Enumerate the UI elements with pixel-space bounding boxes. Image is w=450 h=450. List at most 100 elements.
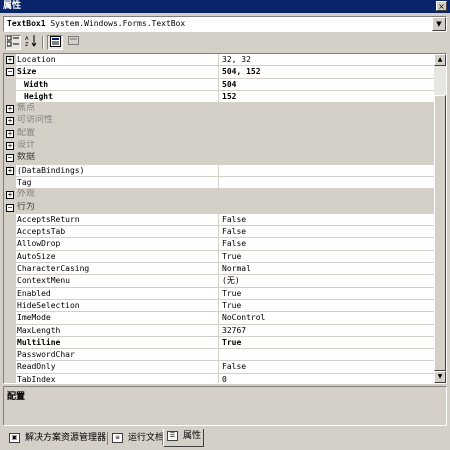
property-name: Size [16, 66, 219, 79]
property-value[interactable]: 32767 [219, 325, 435, 337]
vertical-scrollbar[interactable]: ▲ ▼ [434, 54, 446, 383]
property-name: AllowDrop [16, 238, 219, 251]
object-selector[interactable]: TextBox1 System.Windows.Forms.TextBox ▼ [3, 16, 447, 32]
property-row[interactable]: Tag [4, 176, 435, 190]
property-value[interactable]: True [219, 288, 435, 300]
svg-text:Z: Z [25, 42, 29, 47]
row-gutter: − [4, 152, 16, 165]
property-row[interactable]: + (DataBindings) [4, 164, 435, 177]
category-row[interactable]: + 设计 [4, 140, 435, 153]
property-value[interactable] [219, 349, 435, 362]
close-button[interactable]: × [436, 1, 447, 11]
property-row[interactable]: AllowDrop False [4, 238, 435, 251]
tab-solution-explorer[interactable]: ▣ 解决方案资源管理器 [6, 431, 106, 446]
object-type: System.Windows.Forms.TextBox [50, 19, 186, 28]
property-value[interactable]: NoControl [219, 312, 435, 325]
expand-icon[interactable]: + [6, 117, 14, 126]
row-gutter: + [4, 140, 16, 153]
collapse-icon[interactable]: − [6, 68, 14, 77]
property-value[interactable]: True [219, 300, 435, 313]
tool-window-tabs: ▣ 解决方案资源管理器 ≡ 运行文档 ☰ 属性 [0, 429, 450, 450]
expand-icon[interactable]: + [6, 142, 14, 151]
property-value[interactable]: 152 [219, 91, 435, 104]
row-gutter: + [4, 164, 16, 177]
property-name: AcceptsReturn [16, 213, 219, 227]
scroll-down-icon[interactable]: ▼ [434, 371, 446, 383]
property-name: TabIndex [16, 373, 219, 383]
property-name: ReadOnly [16, 361, 219, 374]
properties-icon[interactable] [47, 35, 63, 50]
property-value[interactable]: False [219, 226, 435, 239]
property-value[interactable]: (无) [219, 275, 435, 288]
expand-icon[interactable]: + [6, 129, 14, 138]
property-row[interactable]: CharacterCasing Normal [4, 263, 435, 276]
property-value[interactable]: False [219, 238, 435, 251]
properties-window-icon: ☰ [167, 431, 178, 441]
category-row[interactable]: + 配置 [4, 127, 435, 141]
row-gutter [4, 78, 16, 91]
toolbar-separator [42, 36, 44, 49]
expand-icon[interactable]: + [6, 166, 14, 175]
property-row[interactable]: − Size 504, 152 [4, 66, 435, 79]
property-name: Height [16, 90, 219, 104]
property-row[interactable]: ImeMode NoControl [4, 312, 435, 325]
property-row[interactable]: HideSelection True [4, 299, 435, 313]
category-label: 行为 [17, 201, 36, 212]
property-value[interactable]: 504, 152 [219, 66, 435, 79]
property-value[interactable]: 0 [219, 374, 435, 383]
property-value[interactable] [219, 165, 435, 177]
row-gutter [4, 287, 16, 300]
tab-separator [107, 432, 108, 445]
property-name: CharacterCasing [16, 263, 219, 276]
scroll-up-icon[interactable]: ▲ [434, 54, 446, 66]
expand-icon[interactable]: + [6, 105, 14, 114]
category-row[interactable]: − 行为 [4, 201, 435, 214]
tab-properties[interactable]: ☰ 属性 [163, 429, 204, 447]
category-row[interactable]: + 外观 [4, 189, 435, 202]
property-name: Multiline [16, 336, 219, 350]
property-row[interactable]: MaxLength 32767 [4, 324, 435, 337]
property-row[interactable]: PasswordChar [4, 349, 435, 362]
tab-label: 属性 [183, 431, 202, 441]
category-row[interactable]: + 可访问性 [4, 115, 435, 128]
property-value[interactable] [219, 177, 435, 190]
tab-label: 解决方案资源管理器 [25, 433, 107, 443]
property-value[interactable]: 504 [219, 79, 435, 91]
alphabetical-icon[interactable]: AZ [23, 35, 39, 50]
property-value[interactable]: False [219, 214, 435, 227]
category-row[interactable]: + 焦点 [4, 103, 435, 116]
toolbar: AZ [3, 34, 447, 52]
category-label: 配置 [17, 127, 36, 138]
scroll-thumb[interactable] [434, 95, 446, 371]
title-bar: 属性 × [0, 0, 450, 13]
property-row[interactable]: Multiline True [4, 336, 435, 350]
collapse-icon[interactable]: − [6, 154, 14, 163]
chevron-down-icon[interactable]: ▼ [432, 17, 446, 31]
property-value[interactable]: Normal [219, 263, 435, 276]
events-icon[interactable] [65, 35, 81, 50]
categorized-icon[interactable] [5, 35, 21, 50]
property-value[interactable]: False [219, 361, 435, 374]
property-value[interactable]: True [219, 337, 435, 350]
property-row[interactable]: Enabled True [4, 287, 435, 300]
row-gutter [4, 312, 16, 325]
property-name: ImeMode [16, 312, 219, 325]
property-row[interactable]: + Location 32, 32 [4, 54, 435, 67]
property-row[interactable]: ReadOnly False [4, 361, 435, 374]
property-value[interactable]: True [219, 251, 435, 264]
category-row[interactable]: − 数据 [4, 152, 435, 165]
property-row[interactable]: AcceptsReturn False [4, 213, 435, 227]
property-row[interactable]: AcceptsTab False [4, 226, 435, 239]
expand-icon[interactable]: + [6, 56, 14, 64]
property-row[interactable]: AutoSize True [4, 250, 435, 264]
property-value[interactable]: 32, 32 [219, 54, 435, 67]
collapse-icon[interactable]: − [6, 203, 14, 212]
tab-running-documents[interactable]: ≡ 运行文档 [109, 431, 164, 446]
property-row[interactable]: TabIndex 0 [4, 373, 435, 383]
property-rows: + Location 32, 32− Size 504, 152 Width 504 Heig… [4, 54, 435, 383]
expand-icon[interactable]: + [6, 191, 14, 200]
property-row[interactable]: Width 504 [4, 78, 435, 91]
property-row[interactable]: ContextMenu (无) [4, 275, 435, 288]
property-row[interactable]: Height 152 [4, 90, 435, 104]
property-grid[interactable]: + Location 32, 32− Size 504, 152 Width 504 Heig… [3, 53, 447, 384]
